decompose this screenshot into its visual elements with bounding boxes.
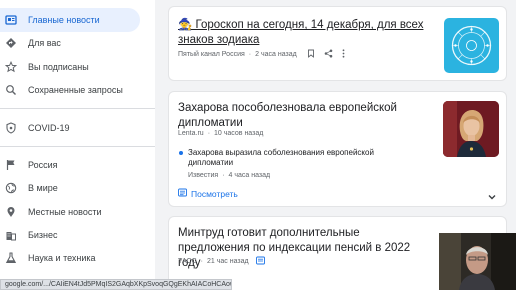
article-time: 2 часа назад xyxy=(255,51,297,58)
article-card: Захарова пособолезновала европейской дип… xyxy=(168,91,507,207)
sidebar-item-label: Местные новости xyxy=(28,207,102,217)
meta-separator: · xyxy=(207,130,211,137)
article-source[interactable]: ТАСС xyxy=(178,258,197,265)
related-headline[interactable]: Захарова выразила соболезнования европей… xyxy=(188,148,408,168)
building-icon xyxy=(5,229,17,241)
sidebar-item-top-stories[interactable]: Главные новости xyxy=(0,8,140,32)
article-card: 🧙 Гороскоп на сегодня, 14 декабря, для в… xyxy=(168,6,507,81)
more-options-icon[interactable] xyxy=(342,49,345,60)
meta-separator: · xyxy=(248,51,252,58)
status-bar-url: google.com/.../CAIiEN4tJd5PMqIS2GAqbXKpS… xyxy=(0,279,232,290)
related-article: Захарова выразила соболезнования европей… xyxy=(178,148,418,182)
sidebar-divider xyxy=(0,108,155,109)
sidebar-item-label: Наука и техника xyxy=(28,253,96,263)
article-source[interactable]: Пятый канал Россия xyxy=(178,51,245,58)
star-icon xyxy=(5,61,17,73)
full-coverage-icon[interactable] xyxy=(255,256,265,267)
flag-icon xyxy=(5,159,17,171)
article-thumbnail[interactable] xyxy=(443,101,499,157)
sidebar-item-label: Сохраненные запросы xyxy=(28,85,123,95)
diamond-arrow-icon xyxy=(5,37,17,49)
article-meta: Lenta.ru · 10 часов назад xyxy=(178,130,263,137)
related-source[interactable]: Известия xyxy=(188,172,218,179)
related-bullet xyxy=(179,151,183,155)
chevron-down-icon[interactable] xyxy=(487,189,497,200)
location-pin-icon xyxy=(5,206,17,218)
webcam-overlay xyxy=(439,233,516,290)
bookmark-icon[interactable] xyxy=(307,49,315,60)
sidebar-item-label: Главные новости xyxy=(28,15,100,25)
related-time: 4 часа назад xyxy=(228,172,271,179)
article-source[interactable]: Lenta.ru xyxy=(178,130,204,137)
view-more-label: Посмотреть xyxy=(191,188,238,199)
article-time: 21 час назад xyxy=(207,258,249,265)
sidebar-item-label: Россия xyxy=(28,160,58,170)
sidebar-item-label: В мире xyxy=(28,183,58,193)
science-icon xyxy=(5,252,17,264)
article-headline[interactable]: Захарова пособолезновала европейской дип… xyxy=(178,101,433,131)
newspaper-icon xyxy=(5,14,17,26)
article-meta: ТАСС · 21 час назад xyxy=(178,256,265,267)
shield-icon xyxy=(5,122,17,134)
related-meta: Известия · 4 часа назад xyxy=(188,172,270,179)
meta-separator: · xyxy=(200,258,204,265)
article-time: 10 часов назад xyxy=(214,130,264,137)
meta-separator: · xyxy=(222,172,225,179)
full-coverage-icon xyxy=(178,188,187,199)
search-icon xyxy=(5,84,17,96)
sidebar-item-label: COVID-19 xyxy=(28,123,70,133)
share-icon[interactable] xyxy=(324,49,333,60)
globe-icon xyxy=(5,182,17,194)
article-headline[interactable]: 🧙 Гороскоп на сегодня, 14 декабря, для в… xyxy=(178,18,433,48)
sidebar: Главные новости Для вас Вы подписаны Сох… xyxy=(0,0,155,290)
view-full-coverage-button[interactable]: Посмотреть xyxy=(178,188,238,199)
horoscope-thumbnail[interactable] xyxy=(444,18,499,73)
sidebar-item-label: Бизнес xyxy=(28,230,58,240)
sidebar-item-label: Вы подписаны xyxy=(28,62,89,72)
sidebar-divider xyxy=(0,146,155,147)
sidebar-item-label: Для вас xyxy=(28,38,61,48)
article-meta: Пятый канал Россия · 2 часа назад xyxy=(178,49,345,60)
